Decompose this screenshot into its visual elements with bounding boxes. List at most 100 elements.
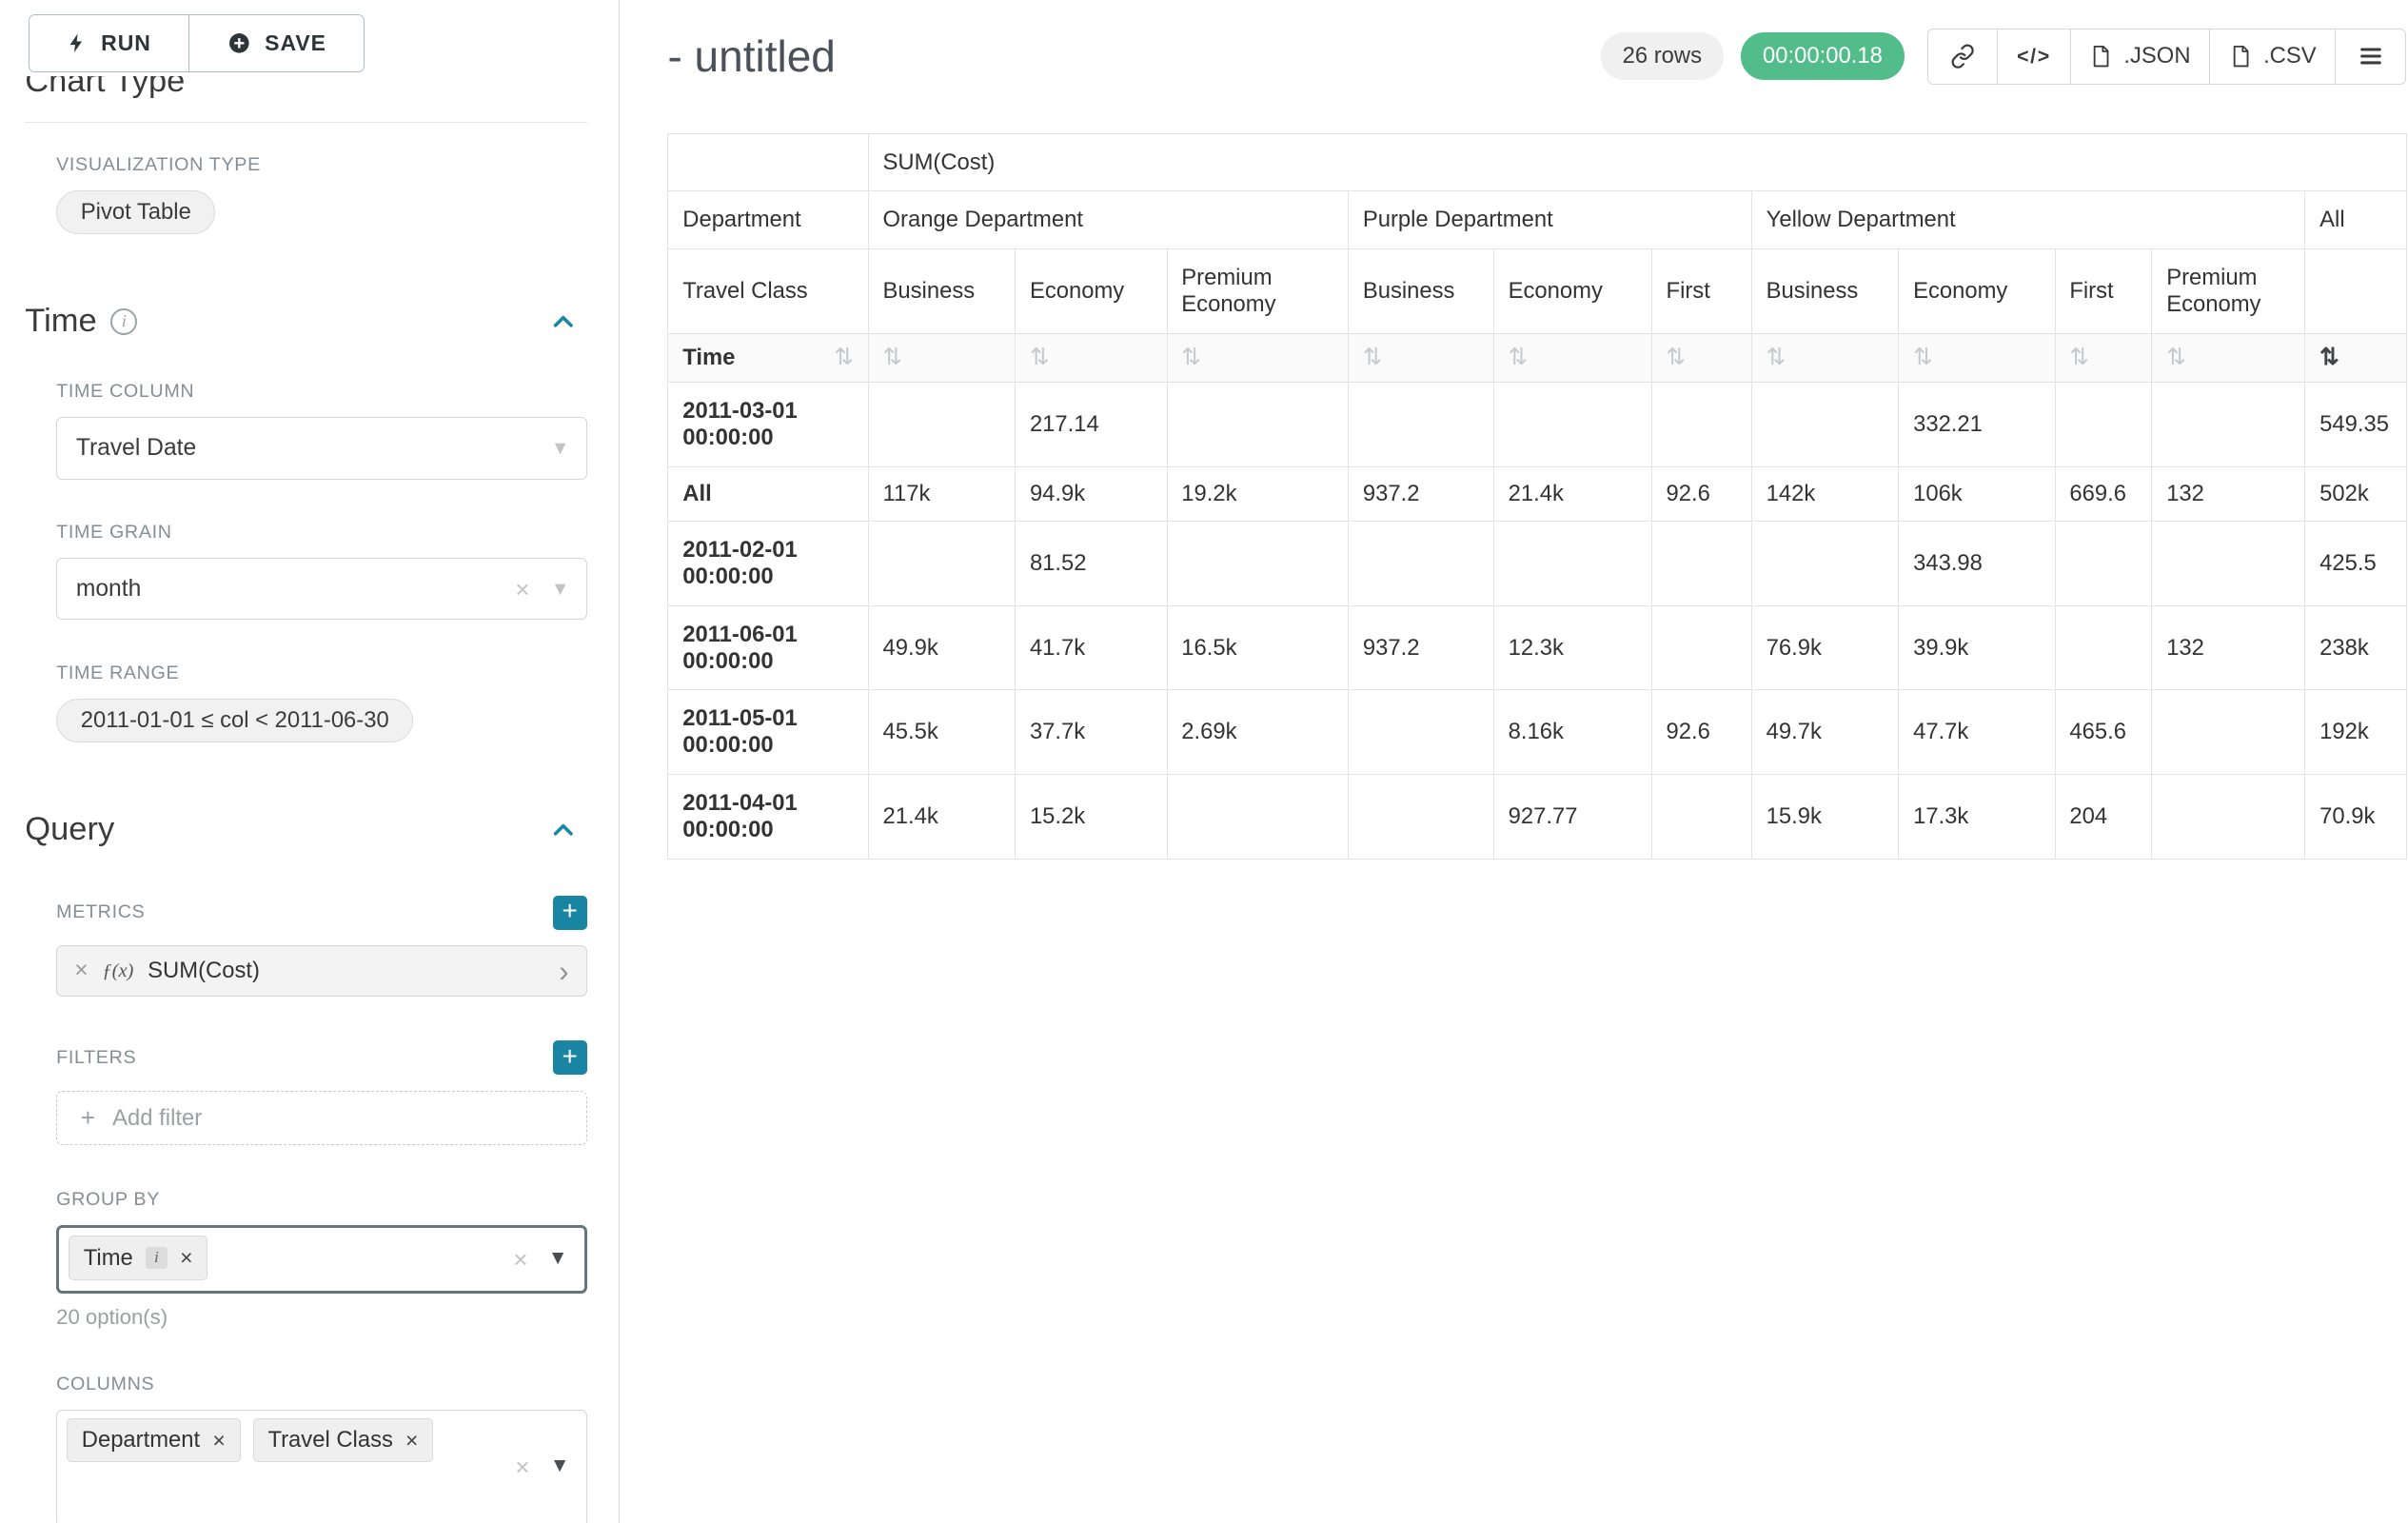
sort-header-cell[interactable]: ⇅ <box>2152 333 2305 382</box>
metrics-label-row: METRICS + <box>56 896 587 930</box>
value-cell: 76.9k <box>1751 605 1898 690</box>
sort-icon[interactable]: ⇅ <box>1767 345 1786 370</box>
viz-type-group: VISUALIZATION TYPE Pivot Table <box>56 154 587 234</box>
sort-header-cell[interactable]: ⇅ <box>1349 333 1494 382</box>
run-button[interactable]: RUN <box>29 14 190 72</box>
close-icon[interactable]: × <box>212 1430 225 1452</box>
value-cell <box>868 382 1015 466</box>
sort-header-cell[interactable]: ⇅ <box>2055 333 2152 382</box>
sort-header-cell[interactable]: ⇅ <box>1651 333 1751 382</box>
value-cell <box>1651 522 1751 606</box>
clear-icon[interactable]: × <box>515 1454 529 1478</box>
function-icon: ƒ(x) <box>102 960 133 982</box>
col-group-cell: Purple Department <box>1349 191 1752 249</box>
sort-icon[interactable]: ⇅ <box>834 346 854 370</box>
sub-dimension-cell: Travel Class <box>668 249 868 334</box>
value-cell: 94.9k <box>1016 466 1167 521</box>
chevron-up-icon[interactable] <box>549 307 578 336</box>
dimension-chip[interactable]: Travel Class× <box>253 1418 434 1462</box>
sort-icon[interactable]: ⇅ <box>1030 345 1050 370</box>
value-cell: 81.52 <box>1016 522 1167 606</box>
save-label: SAVE <box>265 30 326 56</box>
clear-icon[interactable]: × <box>513 1247 527 1272</box>
add-filter-button[interactable]: + Add filter <box>56 1091 587 1145</box>
sort-header-cell[interactable]: ⇅ <box>1167 333 1349 382</box>
info-icon[interactable]: i <box>110 308 137 335</box>
sort-header-cell[interactable]: ⇅ <box>2305 333 2407 382</box>
value-cell: 49.7k <box>1751 690 1898 775</box>
sort-icon[interactable]: ⇅ <box>883 345 903 370</box>
add-filter-plus-button[interactable]: + <box>553 1040 587 1075</box>
query-section-title: Query <box>25 811 114 848</box>
value-cell: 70.9k <box>2305 775 2407 860</box>
plus-circle-icon <box>227 31 251 55</box>
save-button[interactable]: SAVE <box>189 14 365 72</box>
value-cell: 106k <box>1899 466 2055 521</box>
close-icon[interactable]: × <box>74 959 88 983</box>
sort-header-cell[interactable]: ⇅ <box>1751 333 1898 382</box>
time-section-title: Time <box>25 303 96 340</box>
value-cell <box>1651 382 1751 466</box>
menu-button[interactable] <box>2336 29 2406 85</box>
close-icon[interactable]: × <box>405 1430 418 1452</box>
time-column-select[interactable]: Travel Date ▾ <box>56 417 587 480</box>
value-cell: 142k <box>1751 466 1898 521</box>
value-cell: 47.7k <box>1899 690 2055 775</box>
table-row: 2011-06-01 00:00:0049.9k41.7k16.5k937.21… <box>668 605 2407 690</box>
chevron-right-icon[interactable]: › <box>559 957 568 986</box>
time-range-label: TIME RANGE <box>56 663 587 684</box>
value-cell: 132 <box>2152 466 2305 521</box>
value-cell: 12.3k <box>1493 605 1651 690</box>
export-csv-button[interactable]: .CSV <box>2210 29 2336 85</box>
columns-label: COLUMNS <box>56 1374 587 1395</box>
sort-icon[interactable]: ⇅ <box>2069 345 2089 370</box>
query-timer-badge: 00:00:00.18 <box>1741 32 1905 79</box>
chevron-down-icon[interactable]: ▾ <box>552 1247 563 1271</box>
dimension-chip[interactable]: Department× <box>67 1418 241 1462</box>
sort-icon[interactable]: ⇅ <box>1509 345 1529 370</box>
metric-chip[interactable]: × ƒ(x) SUM(Cost) › <box>56 945 587 997</box>
sort-icon[interactable]: ⇅ <box>2319 345 2339 370</box>
value-cell <box>2055 522 2152 606</box>
sort-icon[interactable]: ⇅ <box>2166 345 2186 370</box>
action-buttons: RUN SAVE <box>0 14 619 72</box>
sort-icon[interactable]: ⇅ <box>1181 345 1201 370</box>
clear-icon[interactable]: × <box>515 576 529 601</box>
close-icon[interactable]: × <box>180 1247 192 1269</box>
group-by-select[interactable]: Timei× × ▾ <box>56 1225 587 1294</box>
view-query-button[interactable]: </> <box>1998 29 2070 85</box>
value-cell: 927.77 <box>1493 775 1651 860</box>
row-header-cell: 2011-06-01 00:00:00 <box>668 605 868 690</box>
sort-header-cell[interactable]: ⇅ <box>1493 333 1651 382</box>
value-cell: 39.9k <box>1899 605 2055 690</box>
add-metric-button[interactable]: + <box>553 896 587 930</box>
sort-header-cell[interactable]: ⇅ <box>1016 333 1167 382</box>
sort-icon[interactable]: ⇅ <box>1363 345 1383 370</box>
value-cell <box>868 522 1015 606</box>
value-cell <box>1349 690 1494 775</box>
time-grain-select[interactable]: month × ▾ <box>56 558 587 621</box>
share-link-button[interactable] <box>1927 29 1998 85</box>
time-range-pill[interactable]: 2011-01-01 ≤ col < 2011-06-30 <box>56 699 413 742</box>
sort-header-cell[interactable]: ⇅ <box>868 333 1015 382</box>
control-panel: RUN SAVE Chart Type VISUALIZATION TYPE P… <box>0 0 620 1523</box>
viz-type-pill[interactable]: Pivot Table <box>56 190 215 234</box>
sub-column-cell: Economy <box>1899 249 2055 334</box>
sub-column-cell: Economy <box>1016 249 1167 334</box>
sub-column-cell: First <box>1651 249 1751 334</box>
chevron-down-icon[interactable]: ▾ <box>554 1454 565 1477</box>
chevron-up-icon[interactable] <box>549 816 578 844</box>
sort-header-cell[interactable]: ⇅ <box>1899 333 2055 382</box>
value-cell: 2.69k <box>1167 690 1349 775</box>
export-json-button[interactable]: .JSON <box>2071 29 2211 85</box>
value-cell <box>1651 605 1751 690</box>
divider <box>25 122 586 123</box>
value-cell <box>2152 775 2305 860</box>
columns-select[interactable]: Department× Travel Class× × ▾ <box>56 1410 587 1523</box>
value-cell <box>2152 522 2305 606</box>
sort-icon[interactable]: ⇅ <box>1913 345 1933 370</box>
value-cell: 17.3k <box>1899 775 2055 860</box>
sort-icon[interactable]: ⇅ <box>1667 345 1687 370</box>
chart-type-heading: Chart Type <box>25 76 586 99</box>
dimension-chip[interactable]: Timei× <box>69 1236 207 1279</box>
